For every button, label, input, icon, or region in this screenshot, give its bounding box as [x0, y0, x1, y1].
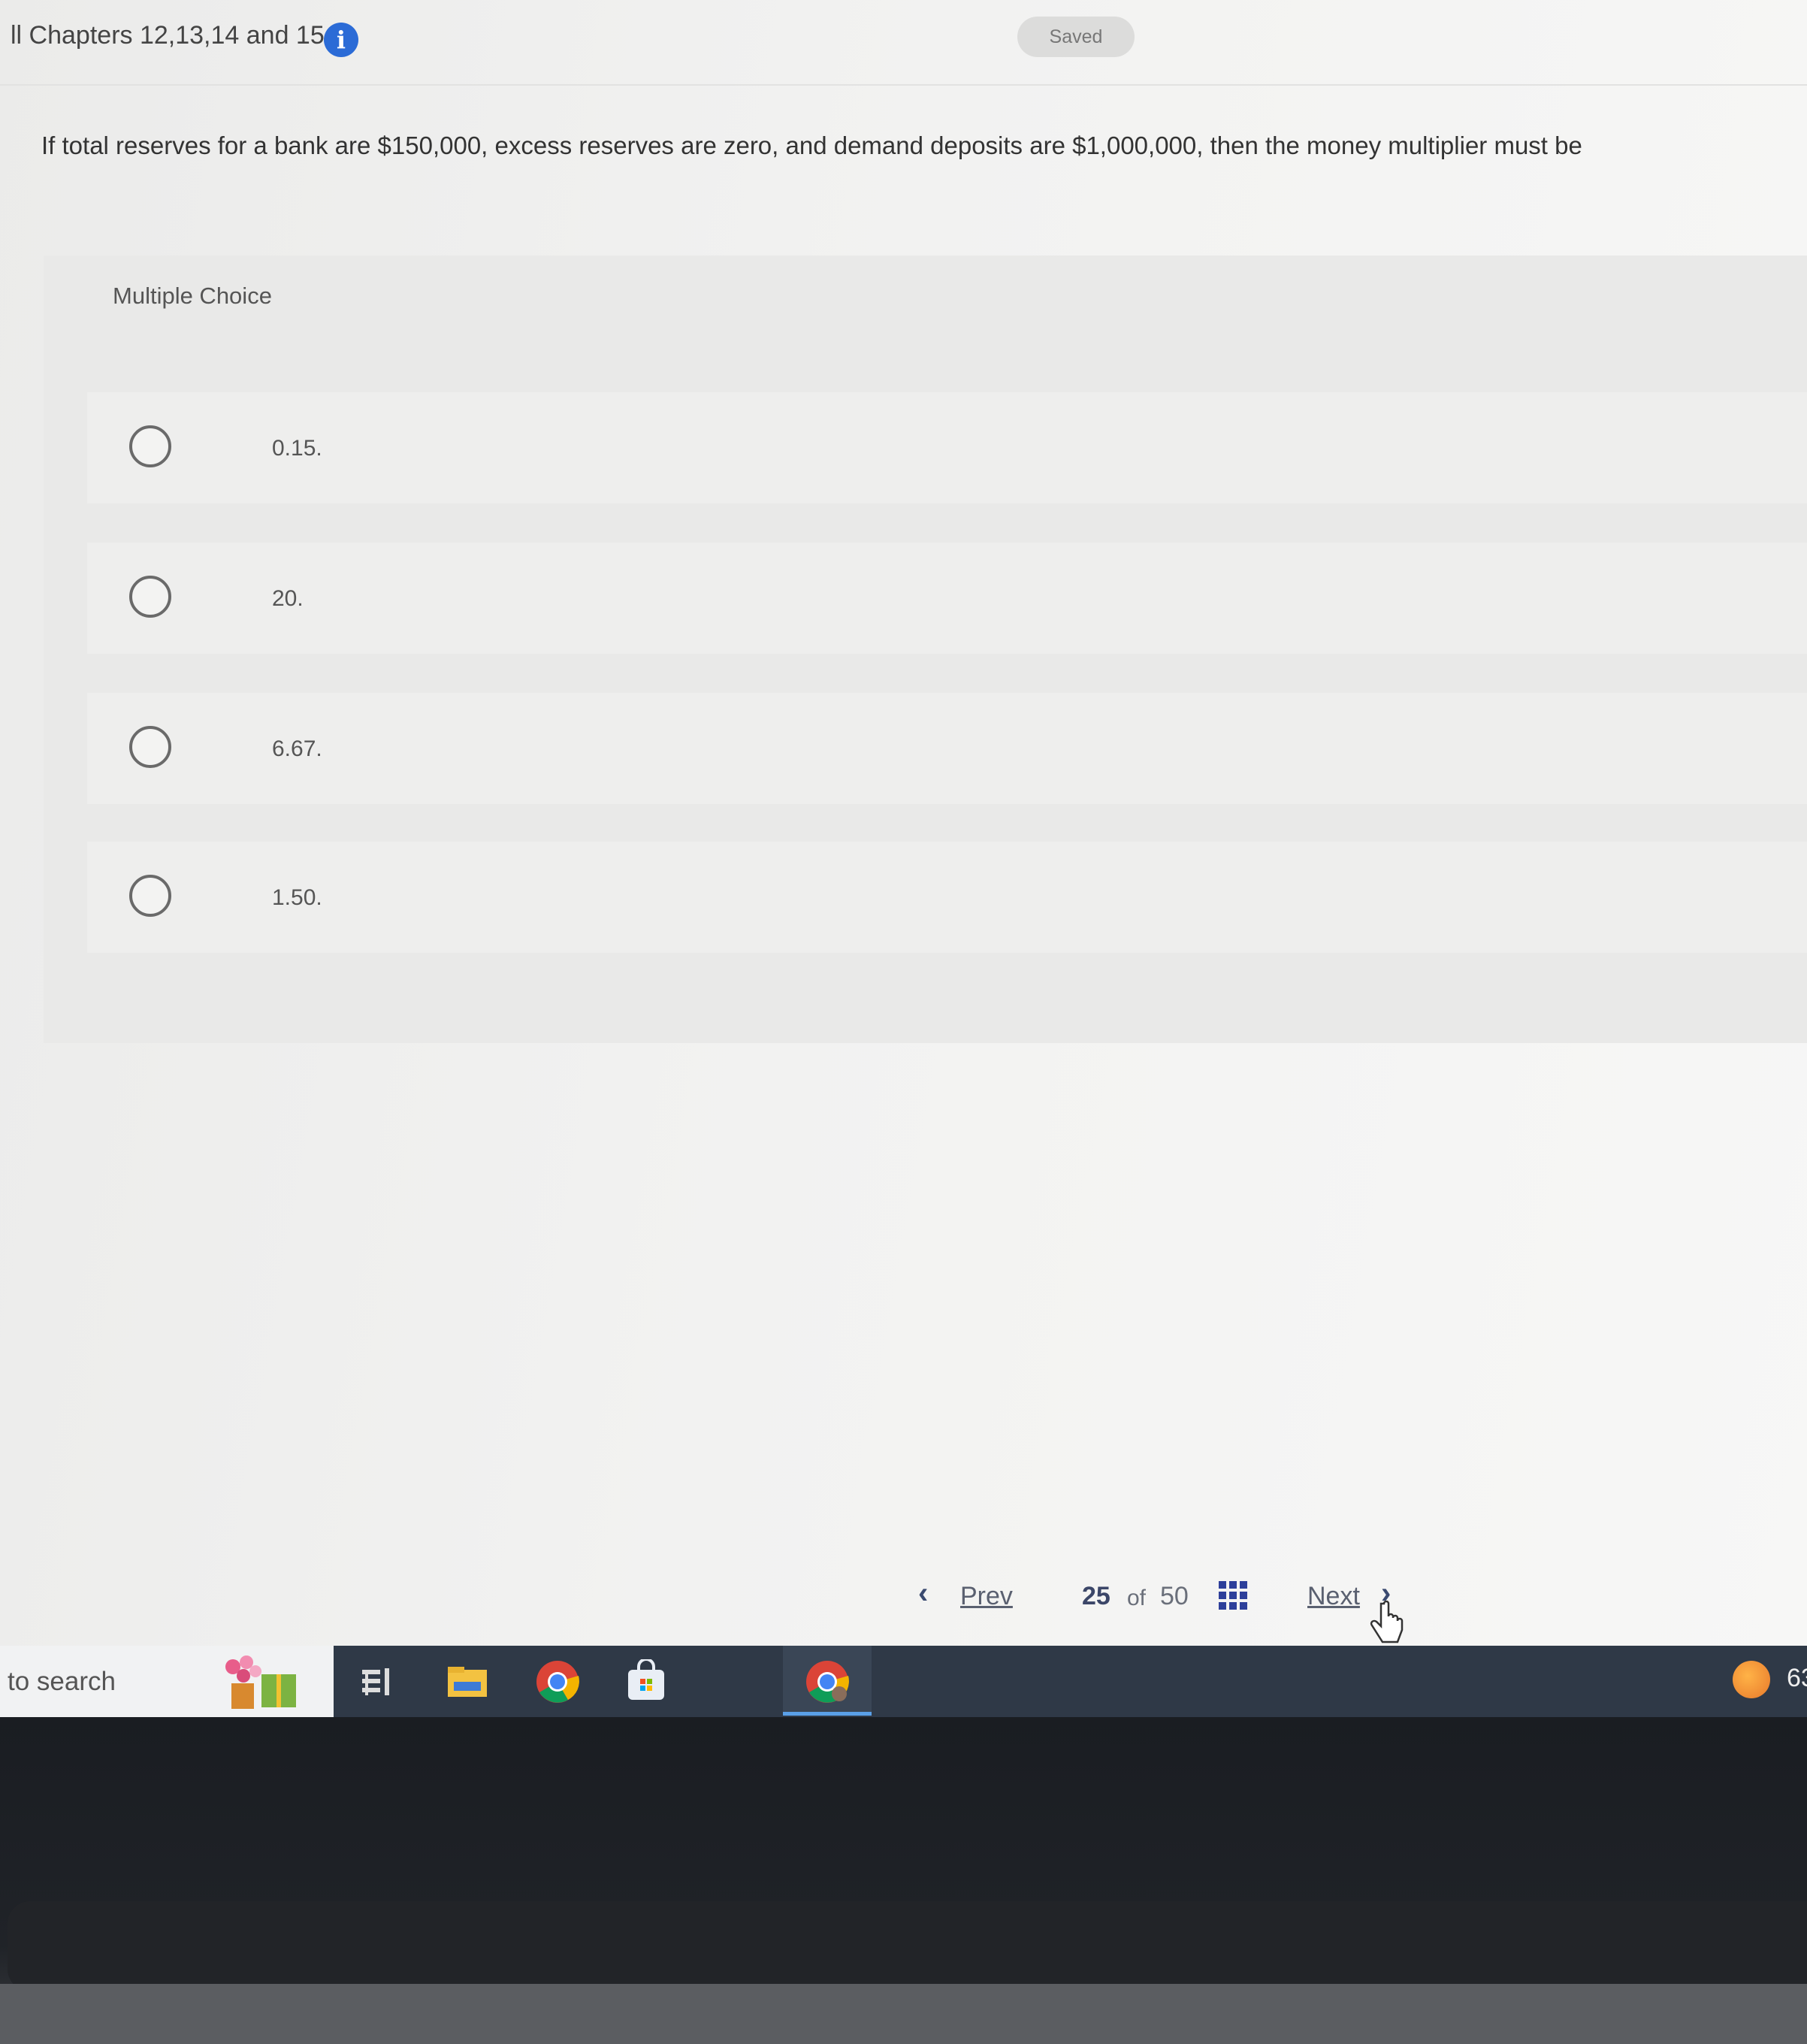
microsoft-store-icon[interactable] — [624, 1659, 669, 1704]
multiple-choice-panel: Multiple Choice 0.15. 20. 6.67. 1.50. — [44, 256, 1807, 1043]
taskbar-search-box[interactable]: to search — [0, 1646, 334, 1717]
next-button[interactable]: Next — [1307, 1582, 1360, 1627]
choice-text: 1.50. — [272, 885, 322, 910]
choice-option-1[interactable]: 0.15. — [87, 392, 1807, 503]
file-explorer-icon[interactable] — [445, 1659, 490, 1704]
choice-option-4[interactable]: 1.50. — [87, 842, 1807, 953]
active-app-indicator — [783, 1712, 872, 1716]
weather-temperature: 63 — [1787, 1664, 1807, 1692]
question-text: If total reserves for a bank are $150,00… — [41, 132, 1582, 159]
assignment-title: ll Chapters 12,13,14 and 15 — [11, 21, 325, 50]
total-pages: 50 — [1160, 1582, 1189, 1610]
weather-icon[interactable] — [1733, 1661, 1770, 1698]
task-view-icon[interactable] — [355, 1659, 400, 1704]
chrome-profile-icon[interactable] — [805, 1659, 850, 1704]
choice-text: 0.15. — [272, 436, 322, 461]
choice-option-2[interactable]: 20. — [87, 543, 1807, 654]
choice-text: 6.67. — [272, 736, 322, 761]
choice-option-3[interactable]: 6.67. — [87, 693, 1807, 804]
radio-button[interactable] — [129, 726, 171, 768]
flowers-gift-icon — [225, 1655, 296, 1709]
info-icon[interactable]: i — [324, 23, 358, 57]
keyboard-edge — [8, 1901, 1807, 1991]
assignment-header: ll Chapters 12,13,14 and 15 i Saved — [0, 0, 1807, 86]
radio-button[interactable] — [129, 576, 171, 618]
question-grid-icon[interactable] — [1219, 1581, 1247, 1610]
chevron-left-icon[interactable]: ‹ — [918, 1577, 928, 1622]
radio-button[interactable] — [129, 425, 171, 467]
chrome-icon[interactable] — [535, 1659, 580, 1704]
page-of-label: of — [1127, 1586, 1147, 1610]
taskbar: to search 6 — [0, 1646, 1807, 1717]
multiple-choice-label: Multiple Choice — [113, 283, 272, 309]
screen: ll Chapters 12,13,14 and 15 i Saved If t… — [0, 0, 1807, 1717]
desk-surface — [0, 1984, 1807, 2044]
radio-button[interactable] — [129, 875, 171, 917]
current-page-number: 25 — [1082, 1582, 1110, 1610]
search-placeholder: to search — [8, 1667, 116, 1696]
prev-button[interactable]: Prev — [960, 1582, 1013, 1627]
choice-text: 20. — [272, 586, 304, 611]
saved-status-badge: Saved — [1017, 17, 1135, 57]
